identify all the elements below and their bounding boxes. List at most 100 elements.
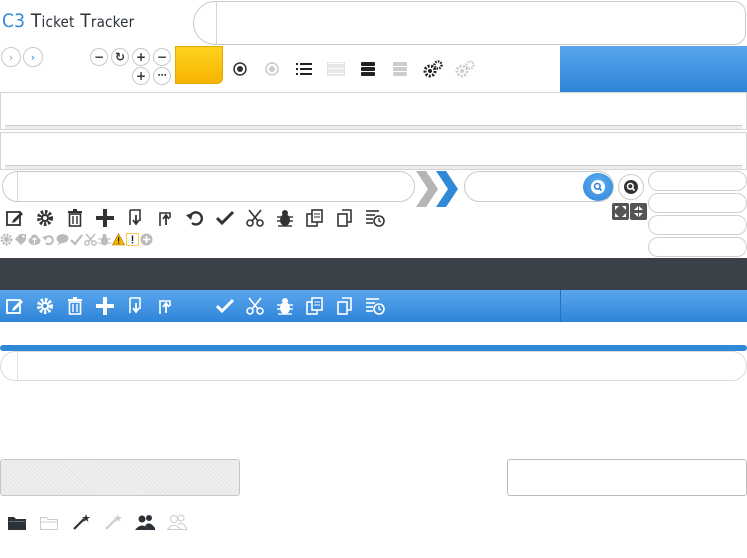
app-logo: C3 Ticket Tracker: [2, 10, 134, 32]
list-icon[interactable]: [294, 59, 314, 79]
stack-icon[interactable]: [358, 59, 378, 79]
gears-icon[interactable]: [423, 59, 443, 79]
bug-small-icon[interactable]: [98, 233, 111, 246]
search-icon: [591, 180, 605, 194]
filter-field-3[interactable]: [648, 215, 747, 235]
dark-header-bar: [0, 258, 747, 290]
search-input[interactable]: [2, 171, 415, 202]
filter-field-4[interactable]: [648, 237, 747, 257]
radio-selected-icon[interactable]: [230, 59, 250, 79]
check-small-icon[interactable]: [70, 233, 83, 246]
scissors-icon[interactable]: [245, 296, 265, 316]
collapse-button[interactable]: ›: [1, 47, 21, 67]
bug-icon[interactable]: [275, 208, 295, 228]
edit-icon[interactable]: [5, 208, 25, 228]
filter-field-2[interactable]: [648, 193, 747, 213]
text-field[interactable]: [507, 459, 747, 496]
double-chevron-icon[interactable]: [414, 169, 460, 209]
copy-icon[interactable]: [305, 296, 325, 316]
plus-icon: +: [135, 69, 147, 83]
chevron-right-blue-icon: ›: [30, 50, 36, 64]
header-accent-panel: [560, 46, 747, 92]
more-icon: ⋯: [157, 71, 167, 81]
magic-wand-disabled-icon[interactable]: [103, 512, 123, 532]
check-icon[interactable]: [215, 208, 235, 228]
import-icon[interactable]: [125, 208, 145, 228]
minus-icon: −: [93, 50, 105, 64]
logo-word-ticket: Ticket: [30, 10, 75, 32]
tag-small-icon[interactable]: [14, 233, 27, 246]
search-dark-icon: [624, 180, 638, 194]
chat-small-icon[interactable]: [56, 233, 69, 246]
expand-all-button[interactable]: +: [132, 67, 150, 85]
blue-action-toolbar: [5, 296, 385, 316]
reset-button[interactable]: ↻: [111, 48, 129, 66]
zoom-in-button[interactable]: +: [132, 48, 150, 66]
collapse-all-button[interactable]: −: [153, 48, 171, 66]
logo-word-tracker: Tracker: [80, 10, 135, 32]
expand-collapse-toggle[interactable]: [612, 203, 647, 220]
cloud-upload-small-icon[interactable]: [28, 233, 41, 246]
magic-wand-icon[interactable]: [71, 512, 91, 532]
check-icon[interactable]: [215, 296, 235, 316]
bug-icon[interactable]: [275, 296, 295, 316]
users-disabled-icon[interactable]: [167, 512, 187, 532]
expand-button[interactable]: ›: [23, 47, 43, 67]
gear-icon[interactable]: [35, 208, 55, 228]
toolbar-separator: [560, 290, 561, 322]
bottom-icon-row: [7, 512, 187, 532]
filter-bar-primary[interactable]: [0, 92, 747, 130]
disabled-field: [0, 459, 240, 496]
export-icon[interactable]: [155, 208, 175, 228]
logo-prefix: C3: [2, 10, 26, 32]
list-disabled-icon[interactable]: [326, 59, 346, 79]
gear-small-icon[interactable]: [0, 233, 13, 246]
duplicate-icon[interactable]: [335, 208, 355, 228]
users-icon[interactable]: [135, 512, 155, 532]
title-input[interactable]: [193, 1, 746, 45]
import-icon[interactable]: [125, 296, 145, 316]
chevron-right-icon: ›: [8, 50, 14, 64]
alert-box-icon[interactable]: [126, 233, 139, 246]
more-button[interactable]: ⋯: [153, 67, 171, 85]
edit-icon[interactable]: [5, 296, 25, 316]
history-icon[interactable]: [365, 208, 385, 228]
bar-underline: [5, 165, 742, 169]
plus-icon: +: [135, 50, 147, 64]
refresh-small-icon[interactable]: [42, 233, 55, 246]
bar-underline: [5, 125, 742, 129]
trash-icon[interactable]: [65, 208, 85, 228]
undo-icon[interactable]: [185, 208, 205, 228]
radio-unselected-icon[interactable]: [262, 59, 282, 79]
trash-icon[interactable]: [65, 296, 85, 316]
stack-disabled-icon[interactable]: [390, 59, 410, 79]
blue-toolbar: [0, 290, 747, 322]
duplicate-icon[interactable]: [335, 296, 355, 316]
warning-icon[interactable]: [112, 233, 125, 246]
history-icon[interactable]: [365, 296, 385, 316]
export-icon[interactable]: [155, 296, 175, 316]
add-icon[interactable]: [95, 296, 115, 316]
add-icon[interactable]: [95, 208, 115, 228]
search-alt-button[interactable]: [618, 174, 644, 200]
scissors-icon[interactable]: [245, 208, 265, 228]
folder-disabled-icon[interactable]: [39, 512, 59, 532]
filter-field-1[interactable]: [648, 171, 747, 191]
note-input[interactable]: [0, 351, 747, 381]
action-toolbar: [5, 208, 385, 228]
zoom-out-button[interactable]: −: [90, 48, 108, 66]
minus-icon: −: [156, 50, 168, 64]
search-button[interactable]: [583, 173, 613, 201]
search-input-divider: [17, 172, 18, 201]
scissors-small-icon[interactable]: [84, 233, 97, 246]
copy-icon[interactable]: [305, 208, 325, 228]
folder-icon[interactable]: [7, 512, 27, 532]
filter-bar-secondary[interactable]: [0, 132, 747, 170]
highlight-swatch[interactable]: [175, 46, 223, 84]
gears-disabled-icon[interactable]: [455, 59, 475, 79]
title-input-divider: [216, 2, 217, 44]
add-circle-small-icon[interactable]: [140, 233, 153, 246]
status-icon-strip: [0, 233, 153, 246]
gear-icon[interactable]: [35, 296, 55, 316]
